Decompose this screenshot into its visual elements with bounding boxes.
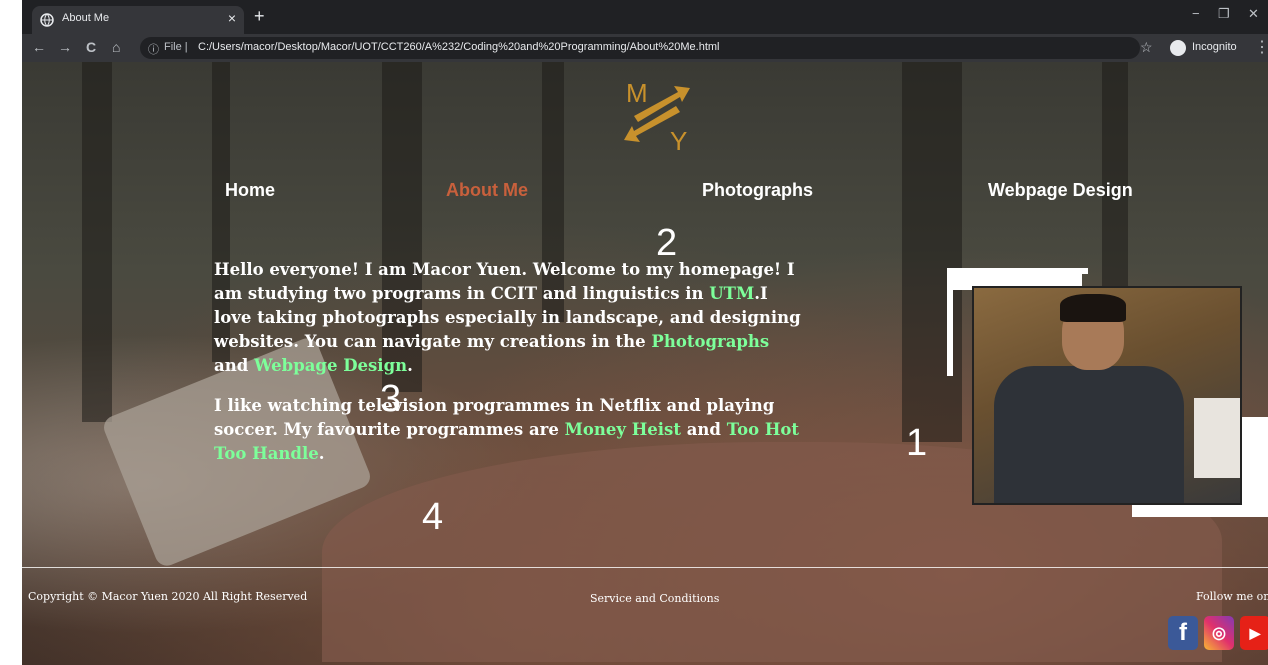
annotation-marker-4: 4 [422,496,444,538]
link-webpage-design[interactable]: Webpage Design [254,356,407,375]
site-logo[interactable]: M Y [620,72,700,152]
globe-icon [40,13,54,27]
link-utm[interactable]: UTM [709,284,754,303]
restore-icon[interactable]: ❐ [1218,6,1230,22]
new-tab-icon[interactable]: + [254,6,265,27]
bio-text: Hello everyone! I am Macor Yuen. Welcome… [214,260,795,303]
background-tree [82,62,112,422]
background-tree [902,62,962,442]
link-money-heist[interactable]: Money Heist [565,420,681,439]
file-label: File | [164,41,188,53]
close-tab-icon[interactable]: × [228,10,236,26]
home-icon[interactable]: ⌂ [112,39,120,55]
follow-me-label: Follow me on [1196,590,1268,603]
annotation-marker-1: 1 [906,422,928,464]
annotation-marker-2: 2 [656,222,678,264]
bio-text: . [407,356,413,375]
address-bar[interactable]: ⓘ File | C:/Users/macor/Desktop/Macor/UO… [140,37,1140,59]
photo-person-hair [1060,294,1126,322]
browser-window: About Me × + − ❐ ✕ ← → C ⌂ ⓘ File | C:/U… [22,0,1268,62]
instagram-icon[interactable]: ◎ [1204,616,1234,650]
annotation-marker-3: 3 [380,378,402,420]
tab-about-me[interactable]: About Me × [32,6,244,34]
close-window-icon[interactable]: ✕ [1248,6,1259,22]
reload-icon[interactable]: C [86,39,96,55]
about-text: Hello everyone! I am Macor Yuen. Welcome… [214,258,804,482]
link-photographs[interactable]: Photographs [651,332,769,351]
incognito-icon[interactable] [1170,40,1186,56]
nav-home[interactable]: Home [225,180,275,201]
tab-strip: About Me × + − ❐ ✕ [22,0,1268,34]
back-icon[interactable]: ← [32,39,46,55]
youtube-icon[interactable]: ▶ [1240,616,1268,650]
logo-letter-y: Y [670,126,687,152]
copyright-text: Copyright © Macor Yuen 2020 All Right Re… [28,590,308,603]
facebook-icon[interactable]: f [1168,616,1198,650]
photo-person-body [994,366,1184,503]
logo-letter-m: M [626,78,648,108]
url-text[interactable]: C:/Users/macor/Desktop/Macor/UOT/CCT260/… [198,41,720,53]
bookmark-star-icon[interactable]: ☆ [1140,39,1153,56]
bio-paragraph-1: Hello everyone! I am Macor Yuen. Welcome… [214,258,804,378]
nav-webpage-design[interactable]: Webpage Design [988,180,1133,201]
tab-title: About Me [62,12,110,24]
footer-divider [22,567,1268,568]
page-viewport: M Y Home About Me Photographs Webpage De… [22,62,1268,665]
browser-toolbar: ← → C ⌂ ⓘ File | C:/Users/macor/Desktop/… [22,34,1268,62]
nav-about-me[interactable]: About Me [446,180,528,201]
minimize-icon[interactable]: − [1192,6,1200,21]
forward-icon[interactable]: → [58,39,72,55]
menu-icon[interactable]: ⋮ [1254,37,1268,57]
bio-text: and [214,356,254,375]
nav-photographs[interactable]: Photographs [702,180,813,201]
service-conditions-link[interactable]: Service and Conditions [590,592,719,605]
bio-paragraph-2: I like watching television programmes in… [214,394,804,466]
profile-photo [972,286,1242,505]
info-icon[interactable]: ⓘ [148,41,159,57]
incognito-label[interactable]: Incognito [1192,41,1237,53]
bio-text: and [680,420,727,439]
photo-table [1194,398,1240,478]
bio-text: . [318,444,325,463]
